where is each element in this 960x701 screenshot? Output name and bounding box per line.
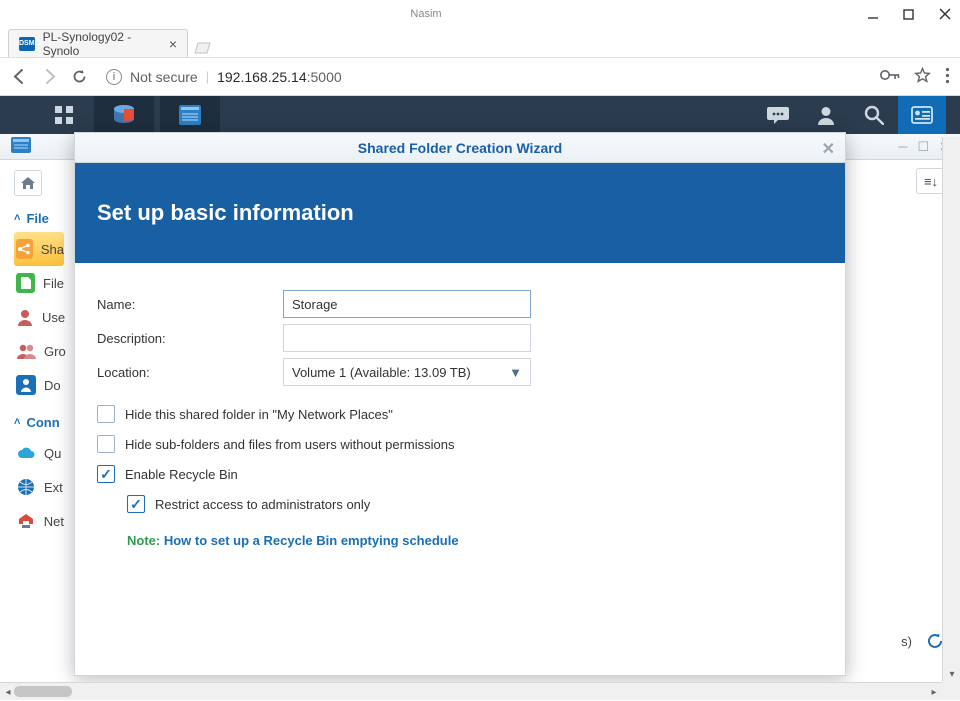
restrict-admin-label: Restrict access to administrators only bbox=[155, 497, 370, 512]
sidebar-item-group[interactable]: Gro bbox=[14, 334, 64, 368]
browser-address-bar: i Not secure | 192.168.25.14:5000 bbox=[0, 58, 960, 96]
name-field-label: Name: bbox=[97, 297, 283, 312]
site-info-icon[interactable]: i bbox=[106, 69, 122, 85]
address-container[interactable]: i Not secure | 192.168.25.14:5000 bbox=[100, 63, 868, 91]
dsm-notifications-icon[interactable] bbox=[754, 96, 802, 134]
name-input[interactable] bbox=[283, 290, 531, 318]
cloud-icon bbox=[16, 443, 36, 463]
sidebar-item-label: Gro bbox=[44, 344, 66, 359]
folder-share-icon bbox=[16, 239, 33, 259]
dsm-user-icon[interactable] bbox=[802, 96, 850, 134]
browser-reload-button[interactable] bbox=[70, 68, 88, 86]
sidebar-item-label: Ext bbox=[44, 480, 63, 495]
saved-password-icon[interactable] bbox=[880, 69, 900, 84]
sidebar-item-domain[interactable]: Do bbox=[14, 368, 64, 402]
url-port: :5000 bbox=[307, 69, 342, 85]
dsm-topbar bbox=[0, 96, 960, 134]
sidebar-item-external-access[interactable]: Ext bbox=[14, 470, 64, 504]
user-icon bbox=[16, 307, 34, 327]
horizontal-scrollbar[interactable]: ◂ ▸ bbox=[0, 682, 960, 700]
sidebar-item-label: Net bbox=[44, 514, 64, 529]
sidebar-section-connectivity[interactable]: ˄ Conn bbox=[14, 408, 64, 436]
dsm-panel-app-icon bbox=[10, 136, 32, 157]
browser-tab[interactable]: DSM PL-Synology02 - Synolo × bbox=[8, 29, 188, 57]
recycle-bin-help-link[interactable]: How to set up a Recycle Bin emptying sch… bbox=[164, 533, 459, 548]
tab-title: PL-Synology02 - Synolo bbox=[43, 30, 161, 58]
breadcrumb-home-button[interactable] bbox=[14, 170, 42, 196]
sidebar-item-label: Use bbox=[42, 310, 65, 325]
wizard-body: Name: Description: Location: Volume 1 (A… bbox=[75, 263, 845, 572]
wizard-close-icon[interactable]: ✕ bbox=[822, 139, 835, 159]
browser-menu-icon[interactable] bbox=[945, 67, 950, 87]
file-services-icon bbox=[16, 273, 35, 293]
domain-icon bbox=[16, 375, 36, 395]
bookmark-star-icon[interactable] bbox=[914, 67, 931, 87]
scroll-corner bbox=[942, 682, 960, 700]
os-window-titlebar: Nasim bbox=[0, 0, 960, 28]
sidebar-item-shared-folder[interactable]: Sha bbox=[14, 232, 64, 266]
panel-minimize-icon[interactable]: ─ bbox=[898, 139, 907, 155]
sidebar-section-label: File bbox=[26, 211, 48, 226]
wizard-title-text: Shared Folder Creation Wizard bbox=[358, 140, 562, 156]
sidebar-item-user[interactable]: Use bbox=[14, 300, 64, 334]
hide-subfolders-label: Hide sub-folders and files from users wi… bbox=[125, 437, 454, 452]
note-label: Note: bbox=[127, 533, 160, 548]
browser-forward-button[interactable] bbox=[40, 68, 58, 86]
not-secure-label: Not secure bbox=[130, 69, 198, 85]
window-owner-name: Nasim bbox=[410, 8, 441, 20]
tab-close-icon[interactable]: × bbox=[169, 36, 177, 52]
scroll-right-arrow[interactable]: ▸ bbox=[926, 683, 942, 701]
scroll-down-arrow[interactable]: ▾ bbox=[943, 666, 960, 682]
dsm-main-menu-button[interactable] bbox=[40, 96, 88, 134]
group-icon bbox=[16, 341, 36, 361]
location-selected-value: Volume 1 (Available: 13.09 TB) bbox=[292, 365, 471, 380]
location-select[interactable]: Volume 1 (Available: 13.09 TB) ▼ bbox=[283, 358, 531, 386]
hide-folder-label: Hide this shared folder in "My Network P… bbox=[125, 407, 393, 422]
panel-maximize-icon[interactable]: ☐ bbox=[917, 139, 929, 155]
sidebar-section-label: Conn bbox=[26, 415, 59, 430]
sidebar: ˄ File Sha File Use Gro bbox=[0, 160, 72, 676]
window-minimize-button[interactable] bbox=[866, 7, 880, 21]
sidebar-section-file[interactable]: ˄ File bbox=[14, 204, 64, 232]
sidebar-item-label: File bbox=[43, 276, 64, 291]
sidebar-item-file-services[interactable]: File bbox=[14, 266, 64, 300]
shared-folder-creation-wizard: Shared Folder Creation Wizard ✕ Set up b… bbox=[74, 132, 846, 676]
browser-back-button[interactable] bbox=[10, 68, 28, 86]
new-tab-button[interactable] bbox=[192, 39, 212, 57]
dsm-widget-icon[interactable] bbox=[898, 96, 946, 134]
hide-subfolders-checkbox[interactable] bbox=[97, 435, 115, 453]
enable-recycle-label: Enable Recycle Bin bbox=[125, 467, 238, 482]
window-maximize-button[interactable] bbox=[902, 7, 916, 21]
description-input[interactable] bbox=[283, 324, 531, 352]
sidebar-item-label: Sha bbox=[41, 242, 64, 257]
enable-recycle-checkbox[interactable] bbox=[97, 465, 115, 483]
hide-folder-checkbox[interactable] bbox=[97, 405, 115, 423]
wizard-header: Set up basic information bbox=[75, 163, 845, 263]
wizard-titlebar: Shared Folder Creation Wizard ✕ bbox=[75, 133, 845, 163]
sidebar-item-label: Do bbox=[44, 378, 61, 393]
browser-tabbar: DSM PL-Synology02 - Synolo × bbox=[0, 28, 960, 58]
chevron-down-icon: ▼ bbox=[509, 365, 522, 380]
window-close-button[interactable] bbox=[938, 7, 952, 21]
dsm-app-control-panel-icon[interactable] bbox=[160, 96, 220, 134]
url-host: 192.168.25.14 bbox=[217, 69, 307, 85]
item-count-suffix: s) bbox=[901, 634, 912, 649]
sidebar-item-label: Qu bbox=[44, 446, 61, 461]
globe-icon bbox=[16, 477, 36, 497]
sidebar-item-network[interactable]: Net bbox=[14, 504, 64, 538]
dsm-search-icon[interactable] bbox=[850, 96, 898, 134]
network-icon bbox=[16, 511, 36, 531]
chevron-up-icon: ˄ bbox=[14, 212, 20, 224]
tab-favicon: DSM bbox=[19, 37, 35, 51]
dsm-app-storage-manager-icon[interactable] bbox=[94, 96, 154, 134]
restrict-admin-checkbox[interactable] bbox=[127, 495, 145, 513]
description-field-label: Description: bbox=[97, 331, 283, 346]
chevron-up-icon: ˄ bbox=[14, 416, 20, 428]
sidebar-item-quickconnect[interactable]: Qu bbox=[14, 436, 64, 470]
location-field-label: Location: bbox=[97, 365, 283, 380]
wizard-step-heading: Set up basic information bbox=[97, 200, 354, 226]
horizontal-scroll-thumb[interactable] bbox=[14, 686, 72, 697]
vertical-scrollbar[interactable]: ▾ bbox=[942, 137, 960, 682]
